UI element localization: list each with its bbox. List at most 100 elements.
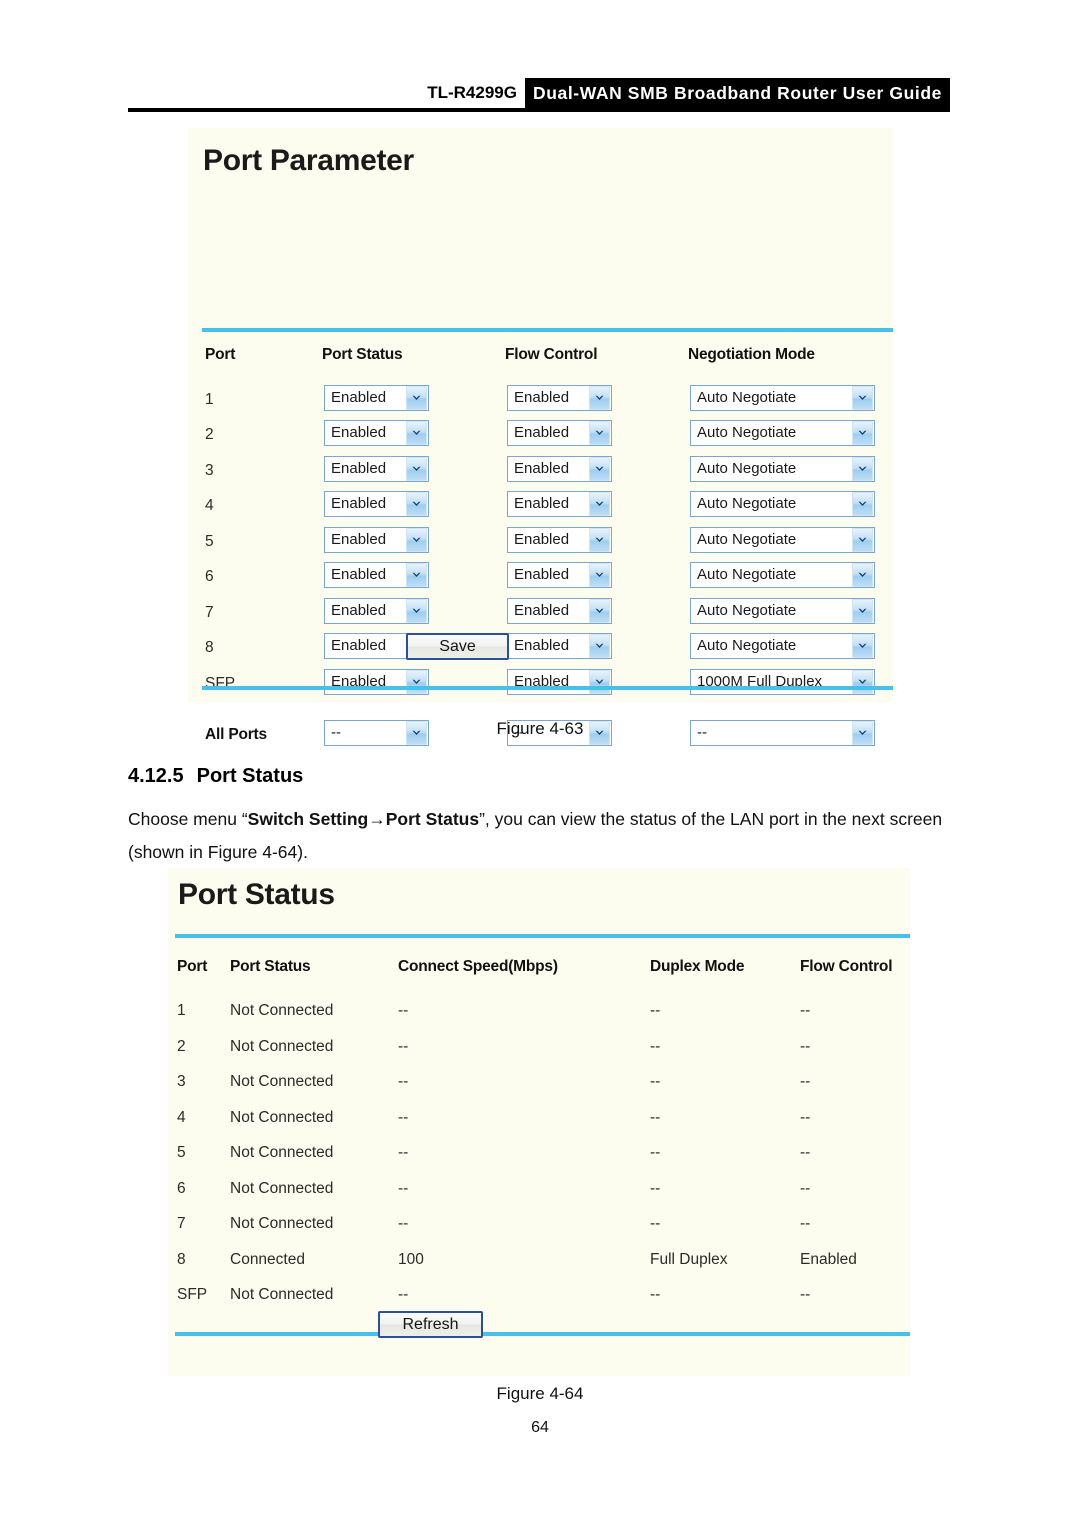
chevron-down-icon[interactable]	[852, 599, 873, 623]
negotiation-mode-select[interactable]: Auto Negotiate	[690, 420, 875, 446]
flow-control-select[interactable]: Enabled	[507, 491, 612, 517]
chevron-down-icon[interactable]	[406, 457, 427, 481]
chevron-down-icon[interactable]	[852, 492, 873, 516]
table-row: 2 Not Connected -- -- --	[168, 1031, 910, 1066]
table-row: 3 Not Connected -- -- --	[168, 1066, 910, 1101]
cell-speed: --	[398, 1109, 409, 1126]
chevron-down-icon[interactable]	[852, 386, 873, 410]
port-status-select[interactable]: Enabled	[324, 669, 429, 695]
chevron-down-icon[interactable]	[406, 563, 427, 587]
row-port-label: 7	[205, 604, 214, 621]
table-row: 8 Enabled Enabled Auto Negotiate	[188, 629, 893, 664]
menu-arrow-icon: →	[368, 809, 386, 829]
chevron-down-icon[interactable]	[852, 563, 873, 587]
column-header-flow-control: Flow Control	[800, 958, 893, 975]
cell-port: SFP	[177, 1286, 208, 1303]
cell-speed: --	[398, 1073, 409, 1090]
select-value: Enabled	[514, 460, 570, 477]
negotiation-mode-select[interactable]: Auto Negotiate	[690, 491, 875, 517]
column-header-port: Port	[205, 346, 236, 363]
negotiation-mode-select[interactable]: Auto Negotiate	[690, 527, 875, 553]
chevron-down-icon[interactable]	[589, 563, 610, 587]
chevron-down-icon[interactable]	[589, 634, 610, 658]
row-port-label: 6	[205, 568, 214, 585]
chevron-down-icon[interactable]	[852, 670, 873, 694]
flow-control-select[interactable]: Enabled	[507, 420, 612, 446]
chevron-down-icon[interactable]	[589, 457, 610, 481]
cell-speed: --	[398, 1180, 409, 1197]
chevron-down-icon[interactable]	[589, 386, 610, 410]
chevron-down-icon[interactable]	[589, 528, 610, 552]
port-status-select[interactable]: Enabled	[324, 385, 429, 411]
chevron-down-icon[interactable]	[589, 421, 610, 445]
table-row: 5 Not Connected -- -- --	[168, 1137, 910, 1172]
cell-duplex: --	[650, 1286, 661, 1303]
chevron-down-icon[interactable]	[406, 386, 427, 410]
port-status-select[interactable]: Enabled	[324, 491, 429, 517]
select-value: Enabled	[331, 531, 387, 548]
cell-duplex: --	[650, 1215, 661, 1232]
cell-duplex: --	[650, 1180, 661, 1197]
port-status-select[interactable]: Enabled	[324, 527, 429, 553]
chevron-down-icon[interactable]	[406, 599, 427, 623]
negotiation-mode-select[interactable]: Auto Negotiate	[690, 385, 875, 411]
port-status-select[interactable]: Enabled	[324, 598, 429, 624]
flow-control-select[interactable]: Enabled	[507, 456, 612, 482]
refresh-button[interactable]: Refresh	[378, 1311, 483, 1338]
select-value: Enabled	[331, 495, 387, 512]
chevron-down-icon[interactable]	[589, 670, 610, 694]
port-status-panel-title: Port Status	[178, 878, 335, 911]
cell-port: 3	[177, 1073, 186, 1090]
chevron-down-icon[interactable]	[852, 421, 873, 445]
row-port-label: 4	[205, 497, 214, 514]
chevron-down-icon[interactable]	[589, 599, 610, 623]
flow-control-select[interactable]: Enabled	[507, 633, 612, 659]
port-status-select[interactable]: Enabled	[324, 420, 429, 446]
port-status-select[interactable]: Enabled	[324, 456, 429, 482]
negotiation-mode-select[interactable]: 1000M Full Duplex	[690, 669, 875, 695]
negotiation-mode-select[interactable]: Auto Negotiate	[690, 562, 875, 588]
negotiation-mode-select[interactable]: Auto Negotiate	[690, 598, 875, 624]
cell-port: 5	[177, 1144, 186, 1161]
flow-control-select[interactable]: Enabled	[507, 598, 612, 624]
table-row: 5 Enabled Enabled Auto Negotiate	[188, 523, 893, 558]
menu-path-port-status: Port Status	[385, 809, 480, 829]
chevron-down-icon[interactable]	[406, 670, 427, 694]
chevron-down-icon[interactable]	[406, 421, 427, 445]
cell-flow-control: --	[800, 1038, 811, 1055]
select-value: Enabled	[514, 566, 570, 583]
save-button[interactable]: Save	[406, 633, 509, 660]
column-header-negotiation-mode: Negotiation Mode	[688, 346, 815, 363]
cell-status: Not Connected	[230, 1073, 334, 1090]
flow-control-select[interactable]: Enabled	[507, 527, 612, 553]
chevron-down-icon[interactable]	[852, 528, 873, 552]
cell-duplex: Full Duplex	[650, 1251, 728, 1268]
cell-speed: --	[398, 1038, 409, 1055]
select-value: Auto Negotiate	[697, 602, 797, 619]
column-header-port-status: Port Status	[322, 346, 403, 363]
cell-status: Connected	[230, 1251, 305, 1268]
chevron-down-icon[interactable]	[406, 492, 427, 516]
header-document-title: Dual-WAN SMB Broadband Router User Guide	[532, 83, 942, 103]
negotiation-mode-select[interactable]: Auto Negotiate	[690, 456, 875, 482]
table-row: 4 Not Connected -- -- --	[168, 1102, 910, 1137]
select-value: Auto Negotiate	[697, 460, 797, 477]
port-status-select[interactable]: Enabled	[324, 562, 429, 588]
select-value: Enabled	[331, 389, 387, 406]
select-value: Enabled	[331, 566, 387, 583]
cell-flow-control: --	[800, 1002, 811, 1019]
section-heading: 4.12.5 Port Status	[128, 765, 303, 788]
select-value: Auto Negotiate	[697, 637, 797, 654]
flow-control-select[interactable]: Enabled	[507, 562, 612, 588]
chevron-down-icon[interactable]	[406, 528, 427, 552]
flow-control-select[interactable]: Enabled	[507, 669, 612, 695]
select-value: Enabled	[331, 602, 387, 619]
flow-control-select[interactable]: Enabled	[507, 385, 612, 411]
column-header-flow-control: Flow Control	[505, 346, 598, 363]
table-row: 6 Enabled Enabled Auto Negotiate	[188, 558, 893, 593]
chevron-down-icon[interactable]	[852, 634, 873, 658]
cell-status: Not Connected	[230, 1109, 334, 1126]
chevron-down-icon[interactable]	[852, 457, 873, 481]
chevron-down-icon[interactable]	[589, 492, 610, 516]
negotiation-mode-select[interactable]: Auto Negotiate	[690, 633, 875, 659]
